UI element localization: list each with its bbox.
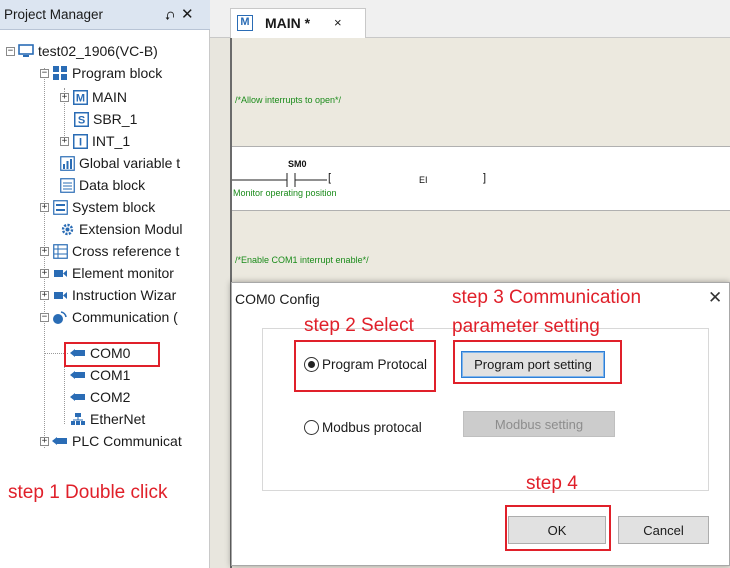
port-icon [52,433,68,449]
tree-label: Program block [72,65,163,81]
highlight-program-protocol [294,340,436,392]
ladder-network[interactable]: SM0 Monitor operating position [ EI ] [232,146,730,211]
interrupt-icon: I [72,133,88,149]
radio-modbus-protocol[interactable]: Modbus protocal [304,420,422,435]
expand-icon[interactable]: + [40,246,49,256]
expand-icon[interactable]: + [60,136,69,146]
dialog-title: COM0 Config [235,291,320,307]
network-comment: /*Enable COM1 interrupt enable*/ [235,255,369,265]
tree-label: Extension Modul [79,221,183,237]
variable-table-icon [59,155,75,171]
data-block-icon [59,177,75,193]
tree-label: Global variable t [79,155,181,171]
contact-label: SM0 [288,159,307,169]
tree-label: Cross reference t [72,243,180,259]
contact-rung [232,173,327,187]
system-block-icon [52,199,68,215]
annotation-step3-line2: parameter setting [452,316,600,337]
tree-item-com1[interactable]: COM1 [70,364,130,386]
tree-item-global-variable[interactable]: Global variable t [59,152,180,174]
tree-item-cross-reference[interactable]: + Cross reference t [40,240,179,262]
tree-label: SBR_1 [93,111,138,127]
expand-icon[interactable]: + [40,290,49,300]
annotation-step3-line1: step 3 Communication [452,287,642,308]
collapse-icon[interactable]: − [40,312,49,322]
tree-label: INT_1 [92,133,131,149]
panel-close-icon[interactable]: ✕ [181,5,194,23]
expand-icon[interactable]: + [60,92,69,102]
tree-label: test02_1906(VC-B) [38,43,158,59]
panel-title: Project Manager [4,7,104,22]
monitor-icon [52,265,68,281]
expand-icon[interactable]: + [40,268,49,278]
tree-item-extension-module[interactable]: Extension Modul [59,218,183,240]
port-icon [70,389,86,405]
annotation-step2: step 2 Select [304,315,414,336]
ethernet-icon [70,411,86,427]
tree-item-instruction-wizard[interactable]: + Instruction Wizar [40,284,176,306]
program-block-icon [52,65,68,81]
tree-item-plc-communication[interactable]: + PLC Communicat [40,430,182,452]
svg-text:S: S [77,114,84,126]
annotation-step4: step 4 [526,473,578,494]
highlight-com0 [64,342,160,367]
tree-item-communication[interactable]: − Communication ( [40,306,178,328]
expand-icon[interactable]: + [40,436,49,446]
wizard-icon [52,287,68,303]
tab-main[interactable]: M MAIN * × [230,8,366,38]
computer-icon [18,43,34,59]
tree-item-int[interactable]: + I INT_1 [60,130,130,152]
tree-label: PLC Communicat [72,433,182,449]
modbus-setting-button[interactable]: Modbus setting [463,411,615,437]
svg-text:M: M [75,92,84,104]
port-icon [70,367,86,383]
tree-label: Communication ( [72,309,178,325]
network-comment: /*Allow interrupts to open*/ [235,95,342,105]
tree-item-main[interactable]: + M MAIN [60,86,127,108]
collapse-icon[interactable]: − [40,68,49,78]
coil-close: ] [483,172,487,184]
coil-open: [ [328,172,332,184]
tree-item-data-block[interactable]: Data block [59,174,145,196]
tree-label: EtherNet [90,411,146,427]
project-manager-header: Project Manager ⮏ ✕ [0,0,210,30]
annotation-step1: step 1 Double click [8,482,168,503]
gear-icon [59,221,75,237]
radio-unchecked-icon[interactable] [304,420,319,435]
tree-label: COM2 [90,389,131,405]
main-program-icon: M [72,89,88,105]
tree-item-sbr[interactable]: S SBR_1 [73,108,137,130]
communication-icon [52,309,68,325]
tree-label: MAIN [92,89,127,105]
tree-item-com2[interactable]: COM2 [70,386,130,408]
tree-item-ethernet[interactable]: EtherNet [70,408,145,430]
main-program-icon: M [237,15,253,31]
highlight-ok [505,505,611,551]
tree-label: System block [72,199,156,215]
cancel-button[interactable]: Cancel [618,516,709,544]
tab-strip: M MAIN * × [210,0,730,38]
subroutine-icon: S [73,111,89,127]
pin-icon[interactable]: ⮏ [165,7,175,28]
tree-label: Instruction Wizar [72,287,177,303]
tree-item-project[interactable]: − test02_1906(VC-B) [6,40,158,62]
tree-item-system-block[interactable]: + System block [40,196,155,218]
tree-item-program-block[interactable]: − Program block [40,62,162,84]
tab-label: MAIN * [265,15,311,31]
cross-reference-icon [52,243,68,259]
coil-instruction: EI [419,175,428,185]
highlight-program-port-setting [453,340,622,384]
tree-label: Data block [79,177,146,193]
dialog-close-icon[interactable]: ✕ [708,288,722,308]
contact-description: Monitor operating position [233,188,337,198]
tree-label: Element monitor [72,265,174,281]
tab-close-icon[interactable]: × [334,15,342,30]
svg-text:I: I [78,136,81,148]
expand-icon[interactable]: + [40,202,49,212]
tree-item-element-monitor[interactable]: + Element monitor [40,262,174,284]
tree-label: COM1 [90,367,131,383]
radio-label: Modbus protocal [322,420,422,435]
collapse-icon[interactable]: − [6,46,15,56]
